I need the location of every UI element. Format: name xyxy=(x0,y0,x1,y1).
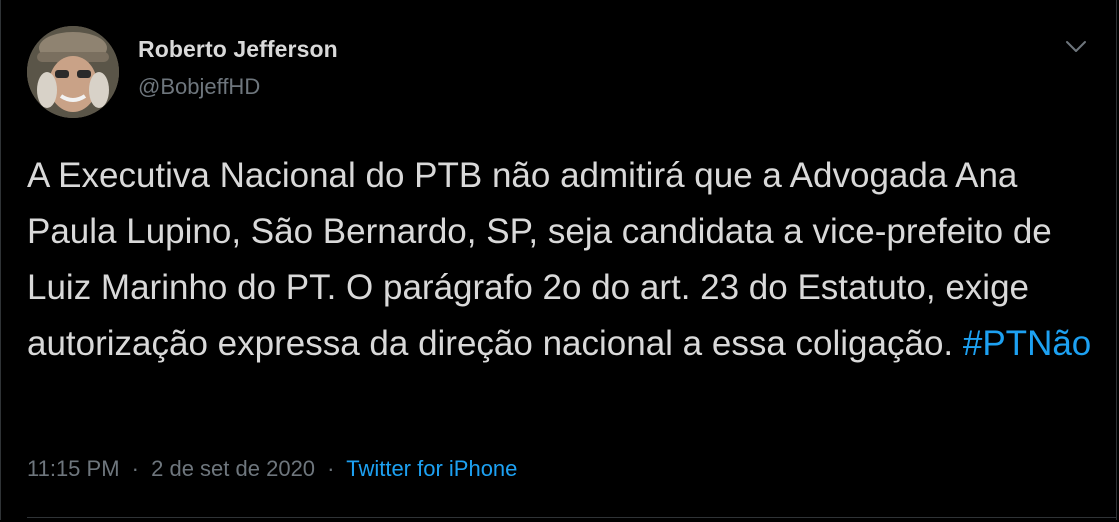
chevron-down-icon[interactable] xyxy=(1059,30,1093,64)
hashtag-link[interactable]: #PTNão xyxy=(963,324,1091,363)
tweet-date[interactable]: 2 de set de 2020 xyxy=(151,456,315,481)
tweet-body: A Executiva Nacional do PTB não admitirá… xyxy=(27,156,1052,363)
divider xyxy=(27,517,1116,518)
author-handle[interactable]: @BobjeffHD xyxy=(138,74,260,100)
tweet-source-link[interactable]: Twitter for iPhone xyxy=(346,456,517,481)
separator: · xyxy=(327,456,335,481)
tweet-time[interactable]: 11:15 PM xyxy=(27,456,120,481)
tweet-metadata: 11:15 PM · 2 de set de 2020 · Twitter fo… xyxy=(27,456,517,482)
tweet-card: Roberto Jefferson @BobjeffHD A Executiva… xyxy=(0,0,1117,520)
author-name[interactable]: Roberto Jefferson xyxy=(138,36,338,63)
avatar[interactable] xyxy=(27,26,119,118)
separator: · xyxy=(131,456,139,481)
tweet-text: A Executiva Nacional do PTB não admitirá… xyxy=(27,148,1097,372)
